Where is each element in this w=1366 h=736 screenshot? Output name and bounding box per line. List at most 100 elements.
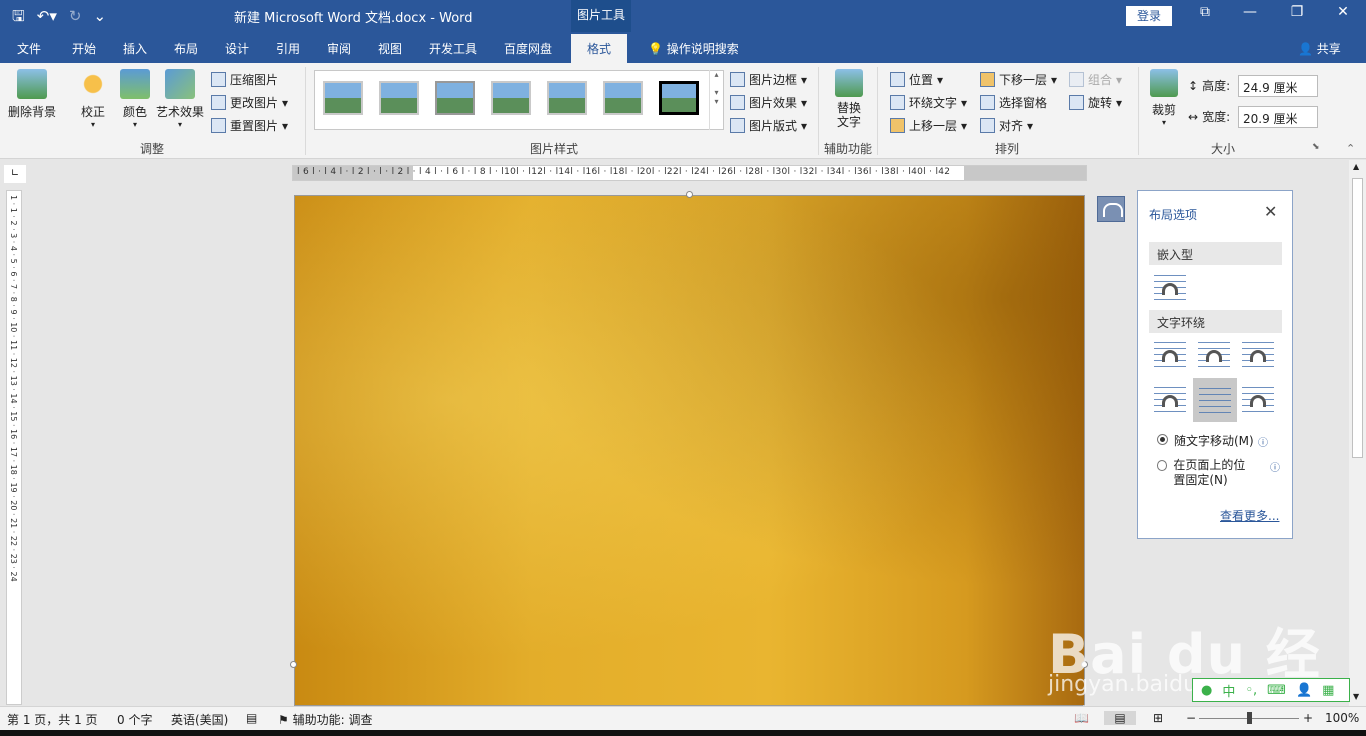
picture-tools-context: 图片工具 bbox=[571, 0, 631, 32]
collapse-ribbon-icon[interactable]: ⌃ bbox=[1346, 142, 1355, 155]
size-dialog-launcher-icon[interactable]: ⬊ bbox=[1312, 142, 1320, 152]
language-indicator[interactable]: 英语(美国) bbox=[171, 711, 228, 728]
word-count[interactable]: 0 个字 bbox=[117, 711, 152, 728]
wrap-inline-icon[interactable] bbox=[1154, 275, 1186, 301]
tab-insert[interactable]: 插入 bbox=[123, 40, 147, 57]
picture-style-6[interactable] bbox=[603, 81, 643, 115]
tab-baidu-netdisk[interactable]: 百度网盘 bbox=[504, 40, 552, 57]
picture-effects-icon bbox=[730, 95, 745, 110]
picture-style-5[interactable] bbox=[547, 81, 587, 115]
wrap-in-front-icon[interactable] bbox=[1242, 387, 1274, 413]
wrap-square-icon[interactable] bbox=[1154, 342, 1186, 368]
gallery-scroll[interactable]: ▴ ▾ ▾ bbox=[709, 70, 723, 130]
radio-dot bbox=[1157, 460, 1168, 471]
tab-view[interactable]: 视图 bbox=[378, 40, 402, 57]
macro-record-icon[interactable]: ▤ bbox=[246, 711, 257, 725]
lightbulb-icon: 💡 bbox=[648, 42, 663, 56]
scroll-up-icon[interactable]: ▲ bbox=[1353, 162, 1359, 171]
picture-border-button[interactable]: 图片边框 ▾ bbox=[730, 71, 807, 88]
customize-qat-icon[interactable]: ⌄ bbox=[93, 6, 106, 26]
info-icon[interactable]: ⓘ bbox=[1258, 434, 1268, 449]
color-button[interactable]: 颜色 ▾ bbox=[120, 69, 150, 129]
resize-handle-top[interactable] bbox=[686, 191, 693, 198]
ribbon-display-icon[interactable]: ⧉ bbox=[1190, 4, 1220, 20]
height-input[interactable]: 24.9 厘米 bbox=[1238, 75, 1318, 97]
web-layout-icon[interactable]: ⊞ bbox=[1153, 711, 1163, 725]
share-button[interactable]: 👤 共享 bbox=[1298, 40, 1341, 57]
tab-review[interactable]: 审阅 bbox=[327, 40, 351, 57]
vertical-ruler[interactable]: 1 · 1 · 2 · 3 · 4 · 5 · 6 · 7 · 8 · 9 · … bbox=[6, 190, 22, 705]
wrap-text-button[interactable]: 环绕文字 ▾ bbox=[890, 94, 967, 111]
position-button[interactable]: 位置 ▾ bbox=[890, 71, 943, 88]
wrap-tight-icon[interactable] bbox=[1198, 342, 1230, 368]
horizontal-ruler[interactable]: l 6 l · l 4 l · l 2 l · l · l 2 l · l 4 … bbox=[292, 165, 1087, 181]
remove-background-button[interactable]: 删除背景 bbox=[8, 69, 56, 120]
tell-me-search[interactable]: 💡 操作说明搜索 bbox=[648, 40, 739, 57]
scrollbar-thumb[interactable] bbox=[1352, 178, 1363, 458]
tab-layout[interactable]: 布局 bbox=[174, 40, 198, 57]
zoom-level[interactable]: 100% bbox=[1325, 711, 1359, 725]
picture-style-4[interactable] bbox=[491, 81, 531, 115]
zoom-out-icon[interactable]: − bbox=[1186, 711, 1196, 725]
compress-icon bbox=[211, 72, 226, 87]
wrap-through-icon[interactable] bbox=[1242, 342, 1274, 368]
page-count[interactable]: 第 1 页，共 1 页 bbox=[7, 711, 98, 728]
layout-options-icon[interactable] bbox=[1097, 196, 1125, 222]
selected-gold-texture-image[interactable] bbox=[294, 195, 1085, 706]
rotate-button[interactable]: 旋转 ▾ bbox=[1069, 94, 1122, 111]
rotate-icon bbox=[1069, 95, 1084, 110]
tab-references[interactable]: 引用 bbox=[276, 40, 300, 57]
ime-toolbar[interactable]: ● 中 ◦, ⌨ 👤 ▦ bbox=[1192, 678, 1350, 702]
read-mode-icon[interactable]: 📖 bbox=[1074, 711, 1089, 725]
scroll-down-icon[interactable]: ▼ bbox=[1353, 692, 1359, 701]
picture-layout-button[interactable]: 图片版式 ▾ bbox=[730, 117, 807, 134]
ime-punct-icon: ◦, bbox=[1245, 682, 1258, 698]
change-picture-button[interactable]: 更改图片 ▾ bbox=[211, 94, 288, 111]
reset-picture-button[interactable]: 重置图片 ▾ bbox=[211, 117, 288, 134]
tab-developer[interactable]: 开发工具 bbox=[429, 40, 477, 57]
group-separator bbox=[877, 67, 878, 155]
login-button[interactable]: 登录 bbox=[1126, 6, 1172, 26]
selection-pane-button[interactable]: 选择窗格 bbox=[980, 94, 1047, 111]
info-icon[interactable]: ⓘ bbox=[1270, 459, 1280, 474]
redo-icon[interactable]: ↻ bbox=[69, 6, 82, 26]
radio-dot bbox=[1157, 434, 1168, 445]
resize-handle-left[interactable] bbox=[290, 661, 297, 668]
wrap-behind-text-icon[interactable] bbox=[1193, 378, 1237, 422]
picture-style-2[interactable] bbox=[379, 81, 419, 115]
tab-format[interactable]: 格式 bbox=[571, 34, 628, 63]
wrap-top-bottom-icon[interactable] bbox=[1154, 387, 1186, 413]
accessibility-status[interactable]: ⚑ 辅助功能: 调查 bbox=[278, 711, 372, 728]
tab-design[interactable]: 设计 bbox=[225, 40, 249, 57]
close-window-icon[interactable]: ✕ bbox=[1328, 4, 1358, 20]
tab-file[interactable]: 文件 bbox=[17, 40, 41, 57]
minimize-icon[interactable]: — bbox=[1235, 4, 1265, 20]
picture-effects-button[interactable]: 图片效果 ▾ bbox=[730, 94, 807, 111]
send-backward-button[interactable]: 下移一层 ▾ bbox=[980, 71, 1057, 88]
zoom-in-icon[interactable]: + bbox=[1303, 711, 1313, 725]
crop-button[interactable]: 裁剪 ▾ bbox=[1150, 69, 1178, 127]
width-input[interactable]: 20.9 厘米 bbox=[1238, 106, 1318, 128]
see-more-link[interactable]: 查看更多... bbox=[1220, 507, 1279, 524]
vertical-scrollbar[interactable]: ▲ ▼ bbox=[1349, 160, 1366, 706]
artistic-effects-button[interactable]: 艺术效果 ▾ bbox=[156, 69, 204, 129]
print-layout-icon[interactable]: ▤ bbox=[1104, 711, 1136, 725]
align-button[interactable]: 对齐 ▾ bbox=[980, 117, 1033, 134]
picture-style-7[interactable] bbox=[659, 81, 699, 115]
picture-style-1[interactable] bbox=[323, 81, 363, 115]
zoom-slider-thumb[interactable] bbox=[1247, 712, 1252, 724]
correct-button[interactable]: 校正 ▾ bbox=[78, 69, 108, 129]
fix-position-radio[interactable]: 在页面上的位置固定(N) bbox=[1157, 458, 1257, 488]
close-icon[interactable]: ✕ bbox=[1264, 202, 1277, 221]
tab-selector[interactable]: ∟ bbox=[4, 165, 26, 183]
compress-pictures-button[interactable]: 压缩图片 bbox=[211, 71, 278, 88]
undo-icon[interactable]: ↶▾ bbox=[37, 6, 57, 26]
picture-style-3[interactable] bbox=[435, 81, 475, 115]
group-button[interactable]: 组合 ▾ bbox=[1069, 71, 1122, 88]
alt-text-button[interactable]: 替换文字 bbox=[833, 69, 865, 129]
move-with-text-radio[interactable]: 随文字移动(M) bbox=[1157, 432, 1254, 449]
bring-forward-button[interactable]: 上移一层 ▾ bbox=[890, 117, 967, 134]
tab-home[interactable]: 开始 bbox=[72, 40, 96, 57]
restore-icon[interactable]: ❐ bbox=[1282, 4, 1312, 20]
save-icon[interactable]: 🖫 bbox=[12, 6, 25, 26]
